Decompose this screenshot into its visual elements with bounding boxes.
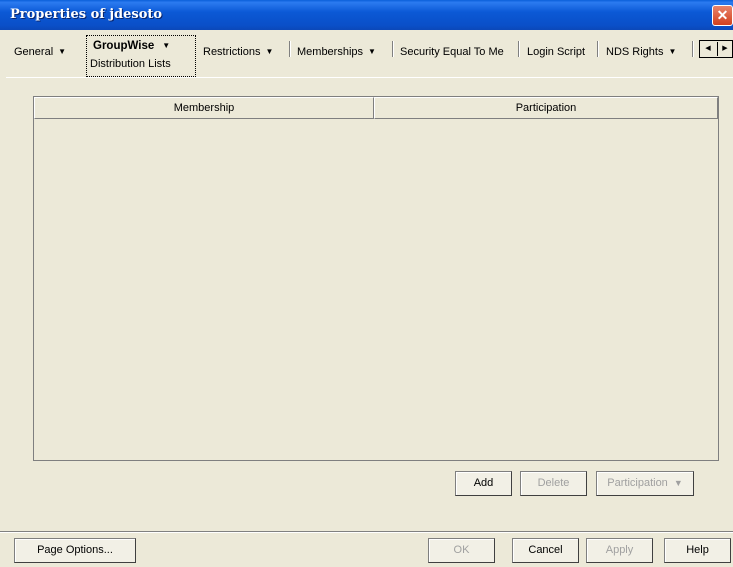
scroll-right-icon[interactable]: ▶ <box>717 42 732 56</box>
tab-groupwise-label: GroupWise <box>93 40 155 52</box>
tab-restrictions[interactable]: Restrictions ▼ <box>203 41 273 63</box>
tab-security-label: Security Equal To Me <box>400 46 504 58</box>
column-header-membership[interactable]: Membership <box>34 97 374 119</box>
scroll-left-icon[interactable]: ◀ <box>701 42 715 56</box>
tab-divider <box>289 41 291 57</box>
tab-divider <box>692 41 694 57</box>
tab-groupwise[interactable]: GroupWise ▼ Distribution Lists <box>86 35 196 77</box>
chevron-down-icon: ▼ <box>368 47 376 56</box>
table-header: Membership Participation <box>34 97 718 119</box>
tab-general-label: General <box>14 46 54 58</box>
chevron-down-icon: ▼ <box>668 47 677 56</box>
help-button[interactable]: Help <box>664 538 731 563</box>
chevron-down-icon: ▼ <box>673 478 683 488</box>
cancel-button[interactable]: Cancel <box>512 538 579 563</box>
tab-security-equal-to-me[interactable]: Security Equal To Me <box>400 41 504 63</box>
page-options-button[interactable]: Page Options... <box>14 538 136 563</box>
footer-divider <box>0 531 733 533</box>
close-icon: ✕ <box>716 7 729 23</box>
ok-button[interactable]: OK <box>428 538 495 563</box>
chevron-down-icon: ▼ <box>162 41 171 50</box>
window-title: Properties of jdesoto <box>10 7 163 22</box>
tab-general[interactable]: General ▼ <box>14 41 66 63</box>
delete-button[interactable]: Delete <box>520 471 587 496</box>
tab-divider <box>392 41 394 57</box>
add-button[interactable]: Add <box>455 471 512 496</box>
chevron-down-icon: ▼ <box>58 47 67 56</box>
participation-label: Participation <box>607 477 668 489</box>
tab-memberships-label: Memberships <box>297 46 364 58</box>
tab-scroll-buttons: ◀ ▶ <box>699 40 733 58</box>
apply-button[interactable]: Apply <box>586 538 653 563</box>
tab-login-script-label: Login Script <box>527 46 586 58</box>
tab-login-script[interactable]: Login Script <box>527 41 585 63</box>
close-button[interactable]: ✕ <box>712 5 733 26</box>
title-bar: Properties of jdesoto ✕ <box>0 0 733 30</box>
tab-nds-rights-label: NDS Rights <box>606 46 664 58</box>
tab-nds-rights[interactable]: NDS Rights ▼ <box>606 41 676 63</box>
tab-memberships[interactable]: Memberships ▼ <box>297 41 376 63</box>
tab-divider <box>597 41 599 57</box>
tab-restrictions-label: Restrictions <box>203 46 261 58</box>
tab-divider <box>518 41 520 57</box>
tab-groupwise-subpage: Distribution Lists <box>90 58 171 70</box>
tab-underline <box>6 77 733 78</box>
membership-table[interactable]: Membership Participation <box>33 96 719 461</box>
chevron-down-icon: ▼ <box>265 47 274 56</box>
column-header-participation[interactable]: Participation <box>374 97 718 119</box>
participation-button[interactable]: Participation ▼ <box>596 471 694 496</box>
